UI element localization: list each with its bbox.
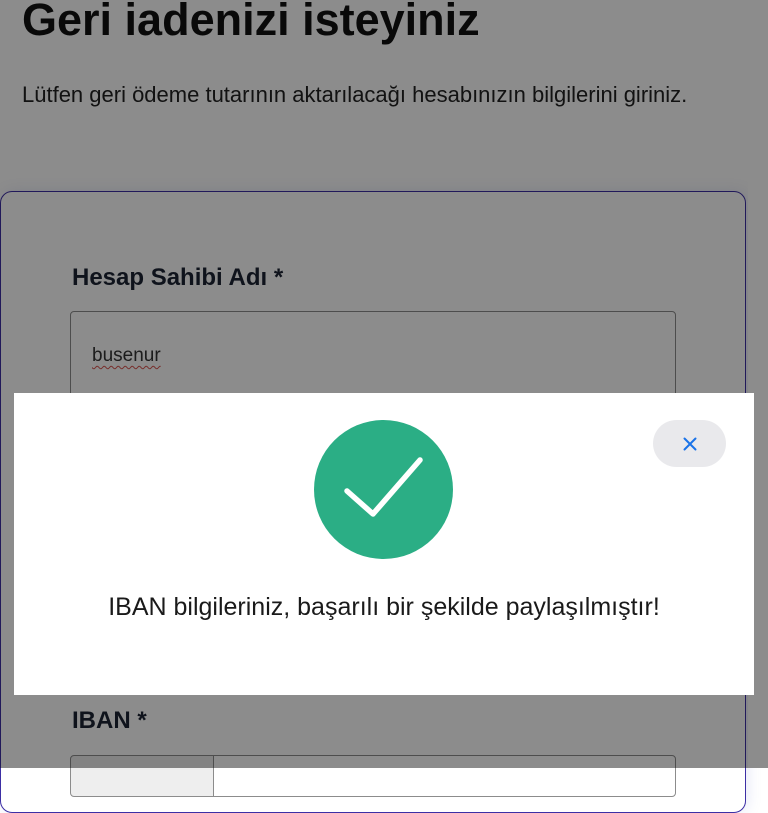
- success-badge: [314, 420, 453, 559]
- close-icon: [683, 437, 696, 450]
- success-message: IBAN bilgileriniz, başarılı bir şekilde …: [108, 593, 660, 621]
- check-icon: [344, 457, 423, 517]
- close-button[interactable]: [653, 420, 726, 467]
- success-modal: IBAN bilgileriniz, başarılı bir şekilde …: [14, 393, 754, 695]
